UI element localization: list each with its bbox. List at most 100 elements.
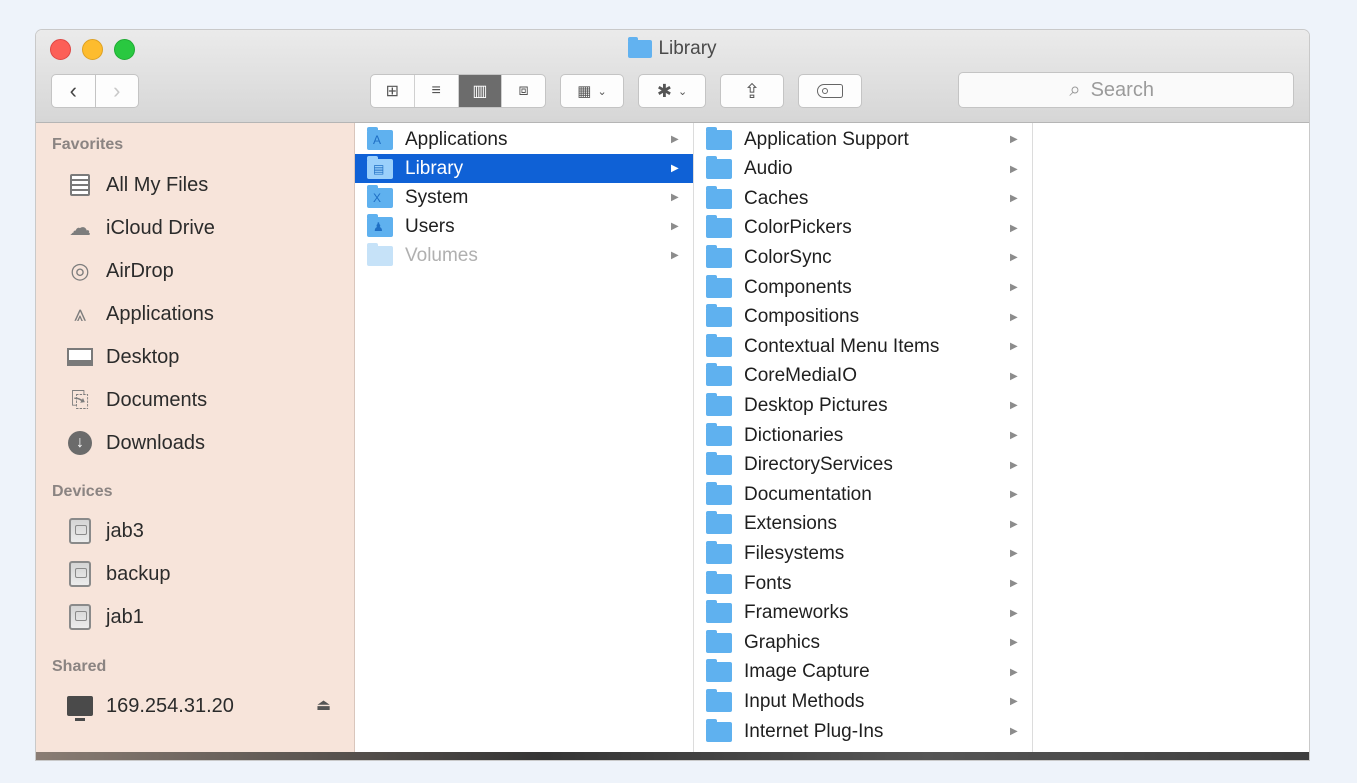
list-item[interactable]: Graphics ▶ xyxy=(694,628,1032,657)
item-label: Extensions xyxy=(744,513,837,535)
list-item[interactable]: Internet Plug-Ins ▶ xyxy=(694,717,1032,746)
list-item[interactable]: ColorPickers ▶ xyxy=(694,214,1032,243)
item-label: System xyxy=(405,186,469,208)
list-item[interactable]: Filesystems ▶ xyxy=(694,539,1032,568)
list-item-system[interactable]: X System ▶ xyxy=(355,183,693,212)
list-item[interactable]: Desktop Pictures ▶ xyxy=(694,391,1032,420)
disclosure-arrow-icon: ▶ xyxy=(1010,222,1018,234)
disclosure-arrow-icon: ▶ xyxy=(1010,578,1018,589)
list-item-volumes[interactable]: Volumes ▶ xyxy=(355,241,693,270)
list-item[interactable]: CoreMediaIO ▶ xyxy=(694,362,1032,391)
list-item[interactable]: Frameworks ▶ xyxy=(694,599,1032,628)
disclosure-arrow-icon: ▶ xyxy=(1010,518,1018,530)
list-item[interactable]: Fonts ▶ xyxy=(694,569,1032,598)
item-label: Audio xyxy=(744,158,793,180)
eject-icon[interactable]: ⏏ xyxy=(316,695,331,715)
list-item[interactable]: Components ▶ xyxy=(694,273,1032,302)
list-item-library[interactable]: ▤ Library ▶ xyxy=(355,154,693,183)
sidebar-item-label: AirDrop xyxy=(106,259,174,282)
item-label: Input Methods xyxy=(744,690,865,712)
list-item[interactable]: Compositions ▶ xyxy=(694,303,1032,332)
sidebar-item-applications[interactable]: ⩓ Applications xyxy=(66,298,214,330)
hard-disk-icon xyxy=(66,517,94,545)
item-label: ColorSync xyxy=(744,246,832,268)
item-label: Frameworks xyxy=(744,602,849,624)
list-item-users[interactable]: ♟ Users ▶ xyxy=(355,212,693,241)
sidebar-item-label: Desktop xyxy=(106,345,180,368)
item-label: CoreMediaIO xyxy=(744,365,857,387)
column-view-button[interactable]: ▥ xyxy=(458,75,503,107)
folder-icon xyxy=(706,452,732,476)
sidebar-item-downloads[interactable]: ↓ Downloads xyxy=(66,427,205,459)
disclosure-arrow-icon: ▶ xyxy=(1010,370,1018,382)
sidebar-item-documents[interactable]: ⎘ Documents xyxy=(66,384,207,416)
list-item[interactable]: Input Methods ▶ xyxy=(694,687,1032,716)
sidebar-item-icloud-drive[interactable]: ☁ iCloud Drive xyxy=(66,212,215,244)
action-button[interactable]: ✱ ⌄ xyxy=(638,74,706,108)
share-button[interactable]: ⇪ xyxy=(720,74,784,108)
disclosure-arrow-icon: ▶ xyxy=(1010,666,1018,678)
hard-disk-icon xyxy=(66,603,94,631)
item-label: Caches xyxy=(744,187,809,209)
sidebar-item-jab1[interactable]: jab1 xyxy=(66,601,144,633)
disclosure-arrow-icon: ▶ xyxy=(671,163,679,174)
search-input[interactable] xyxy=(1088,77,1183,103)
folder-icon xyxy=(706,540,732,564)
disclosure-arrow-icon: ▶ xyxy=(1010,726,1018,737)
sidebar-item-backup[interactable]: backup xyxy=(66,558,171,590)
disclosure-arrow-icon: ▶ xyxy=(1010,193,1018,205)
list-item[interactable]: Contextual Menu Items ▶ xyxy=(694,332,1032,361)
list-item[interactable]: Documentation ▶ xyxy=(694,480,1032,509)
disclosure-arrow-icon: ▶ xyxy=(1010,163,1018,175)
sidebar-item-airdrop[interactable]: ◎ AirDrop xyxy=(66,255,174,287)
sidebar-item-desktop[interactable]: Desktop xyxy=(66,341,179,373)
list-item[interactable]: Audio ▶ xyxy=(694,155,1032,184)
sidebar-item-shared-host[interactable]: 169.254.31.20 xyxy=(66,690,234,722)
tags-button[interactable] xyxy=(798,74,862,108)
item-label: Internet Plug-Ins xyxy=(744,720,884,742)
share-icon: ⇪ xyxy=(743,80,761,103)
forward-button[interactable]: › xyxy=(94,75,139,107)
sidebar-item-label: 169.254.31.20 xyxy=(106,694,234,717)
applications-icon: ⩓ xyxy=(73,301,87,326)
folder-icon xyxy=(706,511,732,535)
icon-view-button[interactable]: ⊞ xyxy=(371,75,415,107)
list-item[interactable]: DirectoryServices ▶ xyxy=(694,451,1032,480)
item-label: Desktop Pictures xyxy=(744,394,888,416)
list-item-applications[interactable]: A Applications ▶ xyxy=(355,125,693,154)
sidebar-item-label: backup xyxy=(106,562,171,585)
arrange-button[interactable]: ▦ ⌄ xyxy=(560,74,624,108)
item-label: Image Capture xyxy=(744,661,870,683)
list-view-button[interactable]: ≡ xyxy=(415,75,459,107)
monitor-icon xyxy=(66,692,94,721)
folder-icon xyxy=(706,363,732,387)
sidebar-item-jab3[interactable]: jab3 xyxy=(66,515,144,547)
item-label: Application Support xyxy=(744,128,909,150)
sidebar-item-label: All My Files xyxy=(106,173,209,196)
item-label: Filesystems xyxy=(744,542,845,564)
search-field[interactable]: ⌕ xyxy=(958,72,1294,108)
item-label: Library xyxy=(405,157,464,179)
list-item[interactable]: Application Support ▶ xyxy=(694,125,1032,154)
back-button[interactable]: ‹ xyxy=(52,75,95,107)
users-folder-icon: ♟ xyxy=(367,213,393,237)
disclosure-arrow-icon: ▶ xyxy=(1010,282,1018,293)
list-item[interactable]: Caches ▶ xyxy=(694,184,1032,213)
item-label: ColorPickers xyxy=(744,217,852,239)
item-label: Graphics xyxy=(744,631,821,653)
chevron-down-icon: ⌄ xyxy=(597,85,607,98)
disclosure-arrow-icon: ▶ xyxy=(671,250,679,261)
list-item[interactable]: ColorSync ▶ xyxy=(694,243,1032,272)
cover-flow-view-button[interactable]: ⧈ xyxy=(502,75,545,107)
list-item[interactable]: Extensions ▶ xyxy=(694,510,1032,539)
browser-column-library: Application Support ▶ Audio ▶ Caches ▶ ColorPi… xyxy=(694,123,1033,760)
folder-icon xyxy=(706,215,732,239)
item-label: Components xyxy=(744,276,852,298)
item-label: Applications xyxy=(405,128,508,150)
item-label: Volumes xyxy=(405,244,478,266)
folder-icon xyxy=(706,304,732,328)
list-item[interactable]: Image Capture ▶ xyxy=(694,658,1032,687)
sidebar-item-all-my-files[interactable]: All My Files xyxy=(66,169,208,201)
sidebar-item-label: jab3 xyxy=(106,519,144,542)
list-item[interactable]: Dictionaries ▶ xyxy=(694,421,1032,450)
